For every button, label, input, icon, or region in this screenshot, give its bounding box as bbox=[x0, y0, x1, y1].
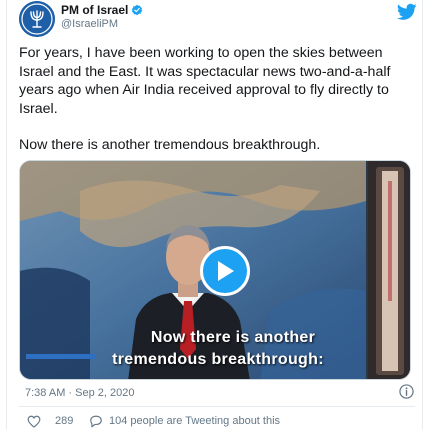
video-player[interactable]: Now there is another tremendous breakthr… bbox=[19, 160, 411, 380]
heart-icon bbox=[27, 415, 41, 428]
handle[interactable]: @IsraeliPM bbox=[61, 18, 143, 31]
tweet-card: PM of Israel @IsraeliPM For years, I hav… bbox=[6, 0, 423, 430]
twitter-bird-icon[interactable] bbox=[397, 3, 417, 21]
tweet-timestamp[interactable]: 7:38 AM · Sep 2, 2020 bbox=[25, 386, 134, 400]
conversation-link[interactable]: 104 people are Tweeting about this bbox=[89, 414, 280, 428]
divider bbox=[19, 406, 415, 407]
activity-text: 104 people are Tweeting about this bbox=[109, 415, 281, 427]
video-thumbnail[interactable]: Now there is another tremendous breakthr… bbox=[20, 161, 366, 379]
media-side-panel bbox=[368, 161, 410, 379]
user-block[interactable]: PM of Israel @IsraeliPM bbox=[61, 2, 143, 31]
info-icon[interactable] bbox=[399, 384, 414, 399]
tweet-paragraph-1: For years, I have been working to open t… bbox=[19, 45, 391, 117]
video-caption-line-1: Now there is another bbox=[150, 329, 316, 346]
avatar[interactable] bbox=[19, 1, 55, 37]
verified-badge-icon bbox=[132, 4, 143, 16]
play-icon bbox=[218, 261, 234, 281]
video-caption-line-2: tremendous breakthrough: bbox=[112, 351, 324, 368]
display-name[interactable]: PM of Israel bbox=[61, 2, 143, 18]
menorah-emblem-icon bbox=[19, 1, 55, 37]
play-button[interactable] bbox=[200, 246, 250, 296]
tweet-header: PM of Israel @IsraeliPM bbox=[19, 1, 417, 37]
like-button[interactable]: 289 bbox=[27, 414, 73, 428]
tweet-paragraph-2: Now there is another tremendous breakthr… bbox=[19, 137, 321, 154]
reply-bubble-icon bbox=[90, 415, 102, 427]
media-side-image bbox=[368, 161, 410, 379]
tweet-text: For years, I have been working to open t… bbox=[19, 44, 415, 155]
like-count: 289 bbox=[55, 415, 74, 427]
display-name-text[interactable]: PM of Israel bbox=[61, 2, 128, 18]
